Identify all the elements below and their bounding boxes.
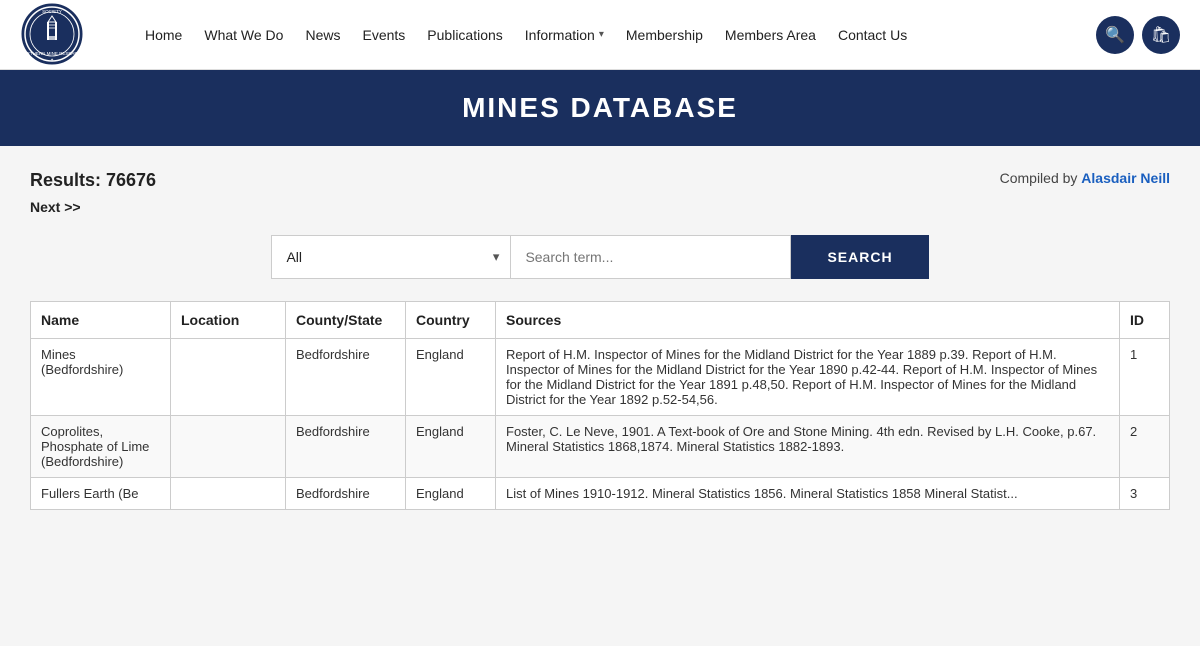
cell-id: 1 (1120, 339, 1170, 416)
cell-location (171, 478, 286, 510)
search-row: All Name Location County/State Country ▾… (30, 235, 1170, 279)
nav-home[interactable]: Home (145, 27, 182, 43)
compiled-by: Compiled by Alasdair Neill (1000, 170, 1170, 186)
col-header-name: Name (31, 302, 171, 339)
search-select-wrapper: All Name Location County/State Country ▾ (271, 235, 511, 279)
svg-text:NORTHERN MINE RESEARCH: NORTHERN MINE RESEARCH (20, 51, 84, 56)
search-input[interactable] (511, 235, 791, 279)
results-table: Name Location County/State Country Sourc… (30, 301, 1170, 510)
compiled-by-author[interactable]: Alasdair Neill (1081, 170, 1170, 186)
search-button[interactable]: SEARCH (791, 235, 928, 279)
nav-links: Home What We Do News Events Publications… (145, 27, 1076, 43)
nav-information[interactable]: Information (525, 27, 595, 43)
col-header-county: County/State (286, 302, 406, 339)
cell-county: Bedfordshire (286, 478, 406, 510)
main-content: Results: 76676 Compiled by Alasdair Neil… (0, 146, 1200, 646)
next-link[interactable]: Next >> (30, 199, 81, 215)
table-row: Coprolites, Phosphate of Lime (Bedfordsh… (31, 416, 1170, 478)
col-header-sources: Sources (496, 302, 1120, 339)
results-row: Results: 76676 Compiled by Alasdair Neil… (30, 170, 1170, 191)
cell-id: 2 (1120, 416, 1170, 478)
cell-country: England (406, 478, 496, 510)
cell-county: Bedfordshire (286, 339, 406, 416)
nav-information-wrapper[interactable]: Information ▾ (525, 27, 604, 43)
nav-contact-us[interactable]: Contact Us (838, 27, 907, 43)
cell-county: Bedfordshire (286, 416, 406, 478)
nav-bar: NORTHERN MINE RESEARCH SOCIETY ✦ Home Wh… (0, 0, 1200, 70)
nav-members-area[interactable]: Members Area (725, 27, 816, 43)
nav-events[interactable]: Events (362, 27, 405, 43)
site-logo[interactable]: NORTHERN MINE RESEARCH SOCIETY ✦ (20, 2, 105, 67)
table-header-row: Name Location County/State Country Sourc… (31, 302, 1170, 339)
table-row: Mines (Bedfordshire) Bedfordshire Englan… (31, 339, 1170, 416)
cell-location (171, 339, 286, 416)
cell-name: Fullers Earth (Be (31, 478, 171, 510)
nav-icons: 🔍 🛍 (1096, 16, 1180, 54)
search-category-select[interactable]: All Name Location County/State Country (271, 235, 511, 279)
nav-membership[interactable]: Membership (626, 27, 703, 43)
cell-country: England (406, 339, 496, 416)
nav-publications[interactable]: Publications (427, 27, 503, 43)
cell-sources: Foster, C. Le Neve, 1901. A Text-book of… (496, 416, 1120, 478)
col-header-id: ID (1120, 302, 1170, 339)
nav-news[interactable]: News (305, 27, 340, 43)
search-icon-button[interactable]: 🔍 (1096, 16, 1134, 54)
col-header-country: Country (406, 302, 496, 339)
cell-sources: Report of H.M. Inspector of Mines for th… (496, 339, 1120, 416)
cell-id: 3 (1120, 478, 1170, 510)
cell-location (171, 416, 286, 478)
nav-what-we-do[interactable]: What We Do (204, 27, 283, 43)
results-count: Results: 76676 (30, 170, 156, 191)
cell-sources: List of Mines 1910-1912. Mineral Statist… (496, 478, 1120, 510)
col-header-location: Location (171, 302, 286, 339)
page-title: MINES DATABASE (0, 92, 1200, 124)
cell-name: Mines (Bedfordshire) (31, 339, 171, 416)
svg-text:SOCIETY: SOCIETY (42, 9, 62, 14)
nav-information-dropdown-arrow: ▾ (599, 29, 604, 40)
cell-country: England (406, 416, 496, 478)
page-banner: MINES DATABASE (0, 70, 1200, 146)
cart-icon-button[interactable]: 🛍 (1142, 16, 1180, 54)
table-row: Fullers Earth (Be Bedfordshire England L… (31, 478, 1170, 510)
cell-name: Coprolites, Phosphate of Lime (Bedfordsh… (31, 416, 171, 478)
